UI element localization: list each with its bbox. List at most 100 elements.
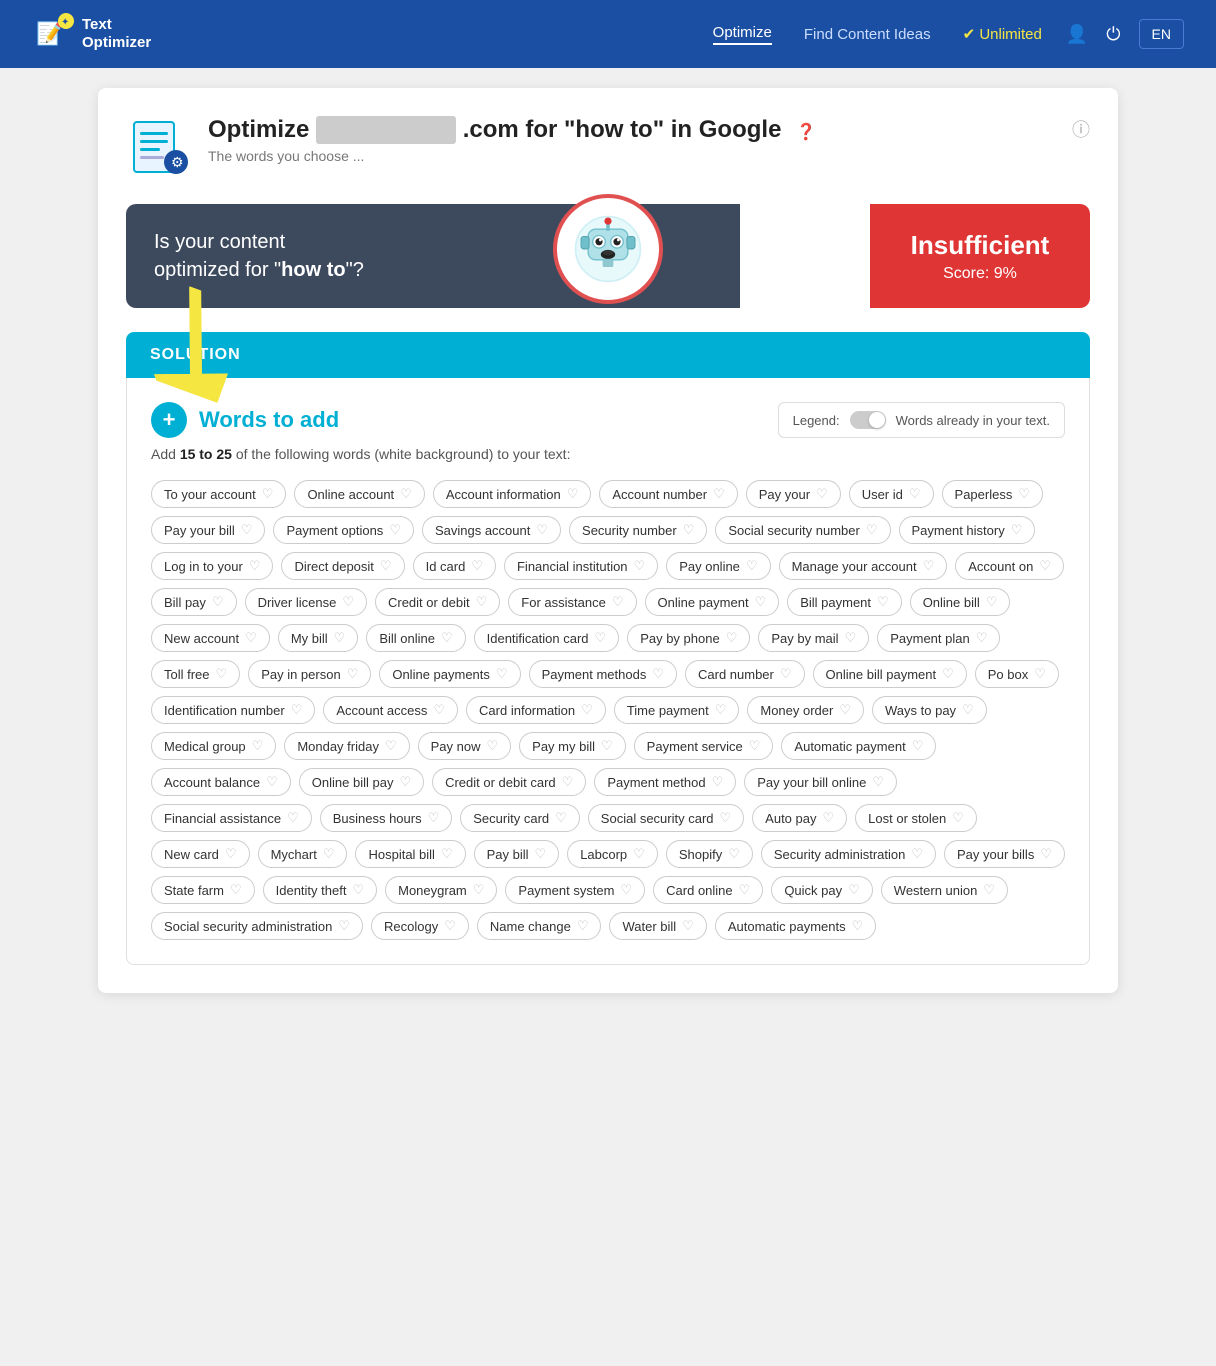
nav-find-content[interactable]: Find Content Ideas	[804, 26, 931, 43]
tag-item[interactable]: Payment plan♡	[877, 624, 1000, 652]
legend-toggle[interactable]	[850, 411, 886, 429]
tag-favorite-icon[interactable]: ♡	[1018, 486, 1030, 502]
tag-item[interactable]: Financial institution♡	[504, 552, 658, 580]
tag-item[interactable]: Payment service♡	[634, 732, 774, 760]
tag-favorite-icon[interactable]: ♡	[245, 630, 257, 646]
tag-favorite-icon[interactable]: ♡	[749, 738, 761, 754]
tag-favorite-icon[interactable]: ♡	[911, 846, 923, 862]
tag-favorite-icon[interactable]: ♡	[942, 666, 954, 682]
tag-favorite-icon[interactable]: ♡	[389, 522, 401, 538]
tag-item[interactable]: Toll free♡	[151, 660, 240, 688]
tag-favorite-icon[interactable]: ♡	[601, 738, 613, 754]
tag-item[interactable]: Western union♡	[881, 876, 1008, 904]
tag-item[interactable]: Credit or debit card♡	[432, 768, 586, 796]
tag-item[interactable]: Pay now♡	[418, 732, 512, 760]
tag-favorite-icon[interactable]: ♡	[262, 486, 274, 502]
tag-item[interactable]: Account on♡	[955, 552, 1064, 580]
tag-item[interactable]: Pay by phone♡	[627, 624, 750, 652]
tag-item[interactable]: Id card♡	[413, 552, 496, 580]
tag-favorite-icon[interactable]: ♡	[652, 666, 664, 682]
nav-optimize[interactable]: Optimize	[713, 24, 772, 45]
tag-favorite-icon[interactable]: ♡	[712, 774, 724, 790]
tag-favorite-icon[interactable]: ♡	[839, 702, 851, 718]
logo[interactable]: 📝 ✦ Text Optimizer	[32, 13, 151, 55]
tag-item[interactable]: Automatic payments♡	[715, 912, 876, 940]
tag-item[interactable]: Mychart♡	[258, 840, 348, 868]
tag-item[interactable]: Account access♡	[323, 696, 458, 724]
tag-favorite-icon[interactable]: ♡	[845, 630, 857, 646]
tag-item[interactable]: Account number♡	[599, 480, 737, 508]
tag-item[interactable]: To your account♡	[151, 480, 286, 508]
tag-item[interactable]: Labcorp♡	[567, 840, 658, 868]
tag-favorite-icon[interactable]: ♡	[562, 774, 574, 790]
tag-item[interactable]: Social security administration♡	[151, 912, 363, 940]
tag-favorite-icon[interactable]: ♡	[216, 666, 228, 682]
add-words-button[interactable]: +	[151, 402, 187, 438]
tag-item[interactable]: Moneygram♡	[385, 876, 497, 904]
tag-item[interactable]: Pay your bills♡	[944, 840, 1065, 868]
tag-item[interactable]: Payment history♡	[899, 516, 1036, 544]
tag-item[interactable]: Card information♡	[466, 696, 606, 724]
tag-favorite-icon[interactable]: ♡	[952, 810, 964, 826]
tag-favorite-icon[interactable]: ♡	[487, 738, 499, 754]
tag-item[interactable]: Security card♡	[460, 804, 580, 832]
tag-favorite-icon[interactable]: ♡	[912, 738, 924, 754]
tag-favorite-icon[interactable]: ♡	[872, 774, 884, 790]
tag-item[interactable]: Water bill♡	[609, 912, 706, 940]
tag-favorite-icon[interactable]: ♡	[399, 774, 411, 790]
tag-favorite-icon[interactable]: ♡	[567, 486, 579, 502]
tag-favorite-icon[interactable]: ♡	[720, 810, 732, 826]
tag-item[interactable]: Bill online♡	[366, 624, 465, 652]
tag-item[interactable]: Shopify♡	[666, 840, 753, 868]
tag-item[interactable]: Identity theft♡	[263, 876, 377, 904]
tag-item[interactable]: Payment options♡	[273, 516, 414, 544]
tag-item[interactable]: Direct deposit♡	[281, 552, 404, 580]
tag-item[interactable]: Medical group♡	[151, 732, 276, 760]
tag-item[interactable]: New card♡	[151, 840, 250, 868]
tag-item[interactable]: Online bill payment♡	[813, 660, 967, 688]
tag-favorite-icon[interactable]: ♡	[347, 666, 359, 682]
tag-favorite-icon[interactable]: ♡	[555, 810, 567, 826]
help-icon[interactable]: ❓	[796, 124, 816, 141]
tag-item[interactable]: My bill♡	[278, 624, 359, 652]
tag-item[interactable]: New account♡	[151, 624, 270, 652]
tag-favorite-icon[interactable]: ♡	[212, 594, 224, 610]
tag-favorite-icon[interactable]: ♡	[595, 630, 607, 646]
tag-item[interactable]: Recology♡	[371, 912, 469, 940]
tag-favorite-icon[interactable]: ♡	[334, 630, 346, 646]
tag-item[interactable]: Identification card♡	[474, 624, 620, 652]
tag-item[interactable]: Paperless♡	[942, 480, 1043, 508]
tag-favorite-icon[interactable]: ♡	[428, 810, 440, 826]
tag-favorite-icon[interactable]: ♡	[536, 522, 548, 538]
tag-favorite-icon[interactable]: ♡	[739, 882, 751, 898]
tag-favorite-icon[interactable]: ♡	[225, 846, 237, 862]
tag-item[interactable]: Pay bill♡	[474, 840, 560, 868]
tag-favorite-icon[interactable]: ♡	[877, 594, 889, 610]
tag-favorite-icon[interactable]: ♡	[1040, 846, 1052, 862]
tag-item[interactable]: Bill payment♡	[787, 588, 901, 616]
tag-favorite-icon[interactable]: ♡	[1034, 666, 1046, 682]
tag-favorite-icon[interactable]: ♡	[496, 666, 508, 682]
tag-favorite-icon[interactable]: ♡	[866, 522, 878, 538]
tag-favorite-icon[interactable]: ♡	[726, 630, 738, 646]
tag-item[interactable]: Pay your bill♡	[151, 516, 265, 544]
tag-item[interactable]: Ways to pay♡	[872, 696, 987, 724]
tag-item[interactable]: Pay in person♡	[248, 660, 371, 688]
tag-item[interactable]: Quick pay♡	[771, 876, 872, 904]
tag-item[interactable]: Hospital bill♡	[355, 840, 465, 868]
tag-item[interactable]: Account balance♡	[151, 768, 291, 796]
tag-item[interactable]: Log in to your♡	[151, 552, 273, 580]
info-button[interactable]: ⓘ	[1072, 116, 1090, 142]
tag-item[interactable]: Pay by mail♡	[758, 624, 869, 652]
tag-favorite-icon[interactable]: ♡	[323, 846, 335, 862]
tag-item[interactable]: Money order♡	[747, 696, 864, 724]
tag-item[interactable]: Credit or debit♡	[375, 588, 500, 616]
user-icon[interactable]: 👤	[1066, 24, 1088, 45]
tag-favorite-icon[interactable]: ♡	[342, 594, 354, 610]
tag-item[interactable]: Payment system♡	[505, 876, 645, 904]
tag-item[interactable]: Online account♡	[294, 480, 424, 508]
tag-item[interactable]: Card number♡	[685, 660, 805, 688]
tag-item[interactable]: State farm♡	[151, 876, 255, 904]
tag-item[interactable]: Payment method♡	[594, 768, 736, 796]
tag-item[interactable]: Card online♡	[653, 876, 763, 904]
